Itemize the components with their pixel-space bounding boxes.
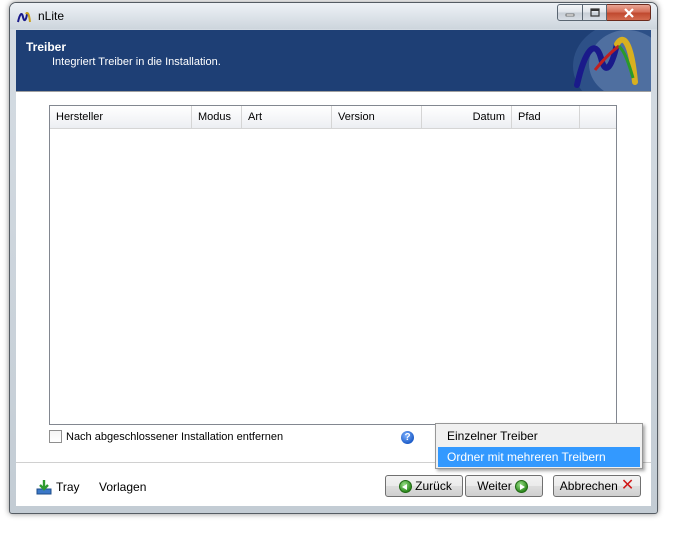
back-button[interactable]: Zurück (385, 475, 463, 497)
add-driver-menu: Einzelner Treiber Ordner mit mehreren Tr… (435, 423, 643, 469)
page-subtitle: Integriert Treiber in die Installation. (52, 56, 221, 68)
next-label: Weiter (477, 479, 512, 493)
column-header-hersteller[interactable]: Hersteller (50, 106, 192, 128)
cancel-button[interactable]: Abbrechen ✕ (553, 475, 641, 497)
minimize-button[interactable] (557, 4, 583, 21)
close-button[interactable] (607, 4, 651, 21)
help-icon[interactable]: ? (401, 431, 414, 444)
remove-after-install-option[interactable]: Nach abgeschlossener Installation entfer… (49, 430, 283, 443)
tray-button[interactable]: Tray (36, 479, 80, 495)
remove-after-install-checkbox[interactable] (49, 430, 62, 443)
cancel-label: Abbrechen (559, 479, 618, 493)
driver-list[interactable]: Hersteller Modus Art Version Datum Pfad (49, 105, 617, 425)
column-header-version[interactable]: Version (332, 106, 422, 128)
column-header-datum[interactable]: Datum (422, 106, 512, 128)
header-banner: Treiber Integriert Treiber in die Instal… (16, 30, 651, 91)
minimize-icon (565, 13, 575, 16)
title-bar[interactable]: nLite (10, 3, 657, 29)
tray-download-icon (36, 480, 52, 495)
window-title: nLite (38, 9, 65, 23)
maximize-button[interactable] (583, 4, 607, 21)
maximize-icon (589, 8, 600, 17)
window-controls (557, 4, 651, 23)
menu-item-folder-multiple-drivers[interactable]: Ordner mit mehreren Treibern (438, 447, 640, 467)
back-arrow-icon (399, 479, 413, 493)
column-header-art[interactable]: Art (242, 106, 332, 128)
menu-item-single-driver[interactable]: Einzelner Treiber (438, 426, 640, 446)
close-icon (623, 7, 634, 18)
list-header: Hersteller Modus Art Version Datum Pfad (50, 106, 616, 129)
next-arrow-icon (514, 479, 528, 493)
nlite-logo-icon (17, 12, 31, 23)
next-button[interactable]: Weiter (465, 475, 543, 497)
tray-label: Tray (56, 480, 80, 494)
remove-after-install-label: Nach abgeschlossener Installation entfer… (66, 430, 284, 443)
nlite-banner-logo-icon (573, 30, 651, 91)
column-header-modus[interactable]: Modus (192, 106, 242, 128)
back-label: Zurück (415, 479, 452, 493)
column-header-pfad[interactable]: Pfad (512, 106, 580, 128)
templates-button[interactable]: Vorlagen (99, 480, 146, 494)
page-title: Treiber (26, 40, 67, 54)
cancel-x-icon: ✕ (620, 477, 635, 494)
